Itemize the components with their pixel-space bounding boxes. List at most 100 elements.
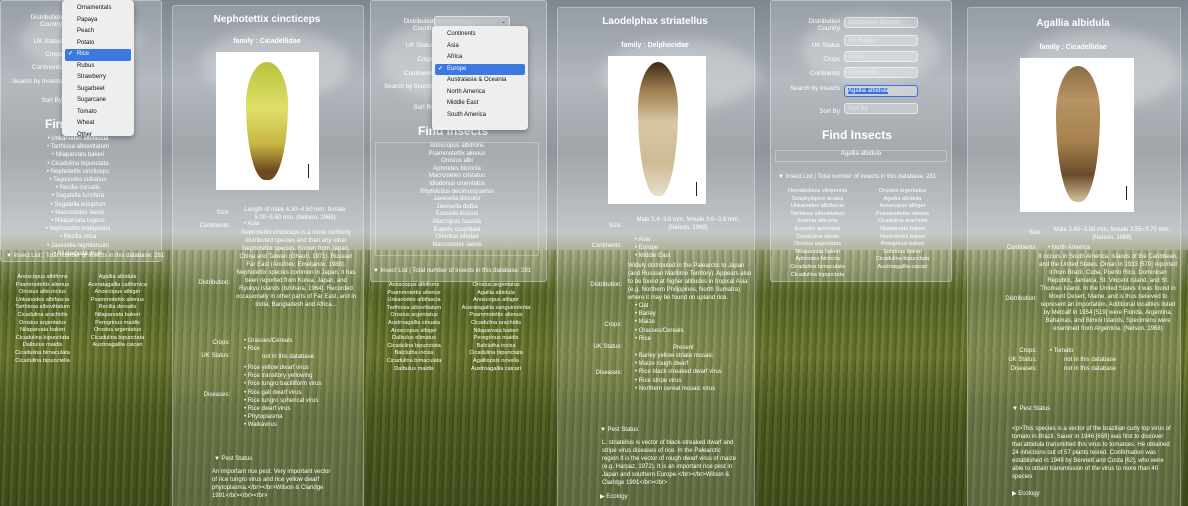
insect-search-result[interactable]: Javesella dubia: [376, 204, 538, 212]
insect-search-result[interactable]: Macropsis fuscula: [376, 219, 538, 227]
continents-dropdown-menu[interactable]: Continents Asia Africa Europe Australasi…: [432, 26, 528, 130]
insect-search-result[interactable]: Rhytidodus decimusquartus: [376, 189, 538, 197]
insect-list-toggle[interactable]: ▼ Insect List | Total number of insects …: [373, 268, 531, 274]
menu-option[interactable]: Papaya: [65, 15, 131, 27]
insect-link[interactable]: Psammotettix alienus: [373, 290, 455, 298]
insect-list-item[interactable]: Nephotettix cincticeps: [8, 168, 148, 176]
insect-column-a[interactable]: Homalodisca vitripennis Scaphytopius acut…: [775, 188, 860, 279]
insect-link[interactable]: Eulenia africana: [775, 218, 860, 226]
sort-by-select[interactable]: Sort By: [844, 103, 918, 114]
insect-link[interactable]: Agallia albidula: [80, 274, 155, 282]
menu-option-selected[interactable]: Rice: [65, 49, 131, 61]
insect-link[interactable]: Psammotettix alienus: [80, 297, 155, 305]
insect-link[interactable]: Peregrinus bakeri: [860, 241, 945, 249]
insect-link[interactable]: Recilia dorsalis: [80, 304, 155, 312]
menu-option[interactable]: Wheat: [65, 118, 131, 130]
insect-search-result[interactable]: Javesella discolor: [376, 196, 538, 204]
insect-list-toggle[interactable]: ▼ Insect List | Total number of insects …: [6, 253, 164, 259]
search-result-list[interactable]: Unkanodes albifasciaTarthiosa albovittat…: [8, 135, 148, 258]
insect-link[interactable]: Tarthiosa albovittatum: [775, 211, 860, 219]
insect-search-result[interactable]: Aphrodes bicincta: [376, 166, 538, 174]
insect-link[interactable]: Balclutha incisa: [455, 343, 537, 351]
insect-search-result[interactable]: Psammotettix alienus: [376, 151, 538, 159]
menu-option[interactable]: Middle East: [435, 98, 525, 110]
insect-link[interactable]: Agallia albidula: [860, 196, 945, 204]
insect-link[interactable]: Psammotettix alienus: [860, 211, 945, 219]
insect-link[interactable]: Nilaparvata bakeri: [860, 226, 945, 234]
insect-link[interactable]: Orosius argentatus: [860, 188, 945, 196]
insect-link[interactable]: Anoscopus albifrons: [373, 282, 455, 290]
insect-link[interactable]: Dalbulus elimatus: [373, 335, 455, 343]
insect-link[interactable]: Cicadulina arachidis: [455, 320, 537, 328]
insect-link[interactable]: Orosius argentatus: [5, 320, 80, 328]
ecology-toggle[interactable]: ▶ Ecology: [1012, 490, 1040, 497]
insect-column-a[interactable]: Anoscopus albifrons Psammotettix alienus U…: [373, 282, 455, 373]
crops-dropdown-menu[interactable]: Ornamentals Papaya Peach Potato Rice Rub…: [62, 0, 134, 138]
insect-link[interactable]: Aceratagallia californica: [80, 282, 155, 290]
menu-option[interactable]: Australasia & Oceania: [435, 75, 525, 87]
search-result-list[interactable]: Anoscopus albifrons Psammotettix alienus O…: [375, 142, 539, 256]
insect-link[interactable]: Cicadulina albida: [775, 234, 860, 242]
insect-link[interactable]: Unkanodes albifascia: [775, 203, 860, 211]
insect-link[interactable]: Psammotettix alienus: [455, 312, 537, 320]
insect-link[interactable]: Cicadulina bipunctata: [455, 350, 537, 358]
pest-status-toggle[interactable]: ▼ Pest Status: [600, 427, 638, 433]
menu-option[interactable]: Asia: [435, 41, 525, 53]
search-result-list[interactable]: Agallia albidula: [775, 150, 947, 162]
insect-column-b[interactable]: Orosius argentatus Agallia albidula Anosco…: [455, 282, 537, 373]
insect-link[interactable]: Cicadulina arachidis: [5, 312, 80, 320]
insect-link[interactable]: Sobrinus bakeri: [860, 249, 945, 257]
insect-link[interactable]: Orosius argentatus: [455, 282, 537, 290]
insect-link[interactable]: Austroagallia caicari: [80, 342, 155, 350]
menu-option[interactable]: Rubus: [65, 61, 131, 73]
insect-column-b[interactable]: Agallia albidula Aceratagallia californic…: [80, 274, 155, 350]
insect-link[interactable]: Cicadulina bipunctata: [5, 335, 80, 343]
insect-link[interactable]: Anoscopus albiger: [373, 328, 455, 336]
insect-column-b[interactable]: Orosius argentatus Agallia albidula Anosco…: [860, 188, 945, 272]
menu-option[interactable]: Peach: [65, 26, 131, 38]
search-input[interactable]: Agallia albidula: [844, 85, 918, 97]
menu-option[interactable]: Tomato: [65, 107, 131, 119]
insect-link[interactable]: Homalodisca vitripennis: [775, 188, 860, 196]
insect-list-item[interactable]: Macrosteles laevis: [8, 209, 148, 217]
menu-option[interactable]: South America: [435, 110, 525, 122]
insect-link[interactable]: Anoscopus albiger: [860, 203, 945, 211]
insect-link[interactable]: Austroagallia sinuata: [373, 320, 455, 328]
insect-list-item[interactable]: Nilaparvata bakeri: [8, 151, 148, 159]
insect-link[interactable]: Peregrinus maidis: [80, 320, 155, 328]
insect-link[interactable]: Nephotettix bakeri: [860, 234, 945, 242]
insect-search-result[interactable]: Orosius albi: [376, 158, 538, 166]
insect-search-result[interactable]: Euscelis incisus: [376, 211, 538, 219]
insect-link[interactable]: Anoscopus albifrons: [5, 274, 80, 282]
insect-list-item[interactable]: Recilia dorsalis: [8, 184, 148, 192]
insect-list-item[interactable]: Nephotettix malayanus: [8, 225, 148, 233]
menu-option[interactable]: Sugarbeet: [65, 84, 131, 96]
menu-option[interactable]: Sugarcane: [65, 95, 131, 107]
insect-link[interactable]: Cicadulina bipunctata: [80, 335, 155, 343]
search-result-item[interactable]: Agallia albidula: [776, 151, 946, 159]
ecology-toggle[interactable]: ▶ Ecology: [600, 493, 628, 500]
insect-link[interactable]: Tarthiosa albovittatum: [373, 305, 455, 313]
insect-list-item[interactable]: Tarthiosa albovittatum: [8, 143, 148, 151]
insect-link[interactable]: Dalbulus maidis: [5, 342, 80, 350]
insect-search-result[interactable]: Anoscopus albifrons: [376, 143, 538, 151]
insect-search-result[interactable]: Macrosteles laevis: [376, 242, 538, 250]
insect-link[interactable]: Nilaparvata bakeri: [80, 312, 155, 320]
insect-link[interactable]: Tarthiosa albovittatum: [5, 304, 80, 312]
insect-link[interactable]: Austroagallia caicari: [455, 366, 537, 374]
insect-search-result[interactable]: Orientus ishidae: [376, 234, 538, 242]
menu-option[interactable]: Africa: [435, 52, 525, 64]
insect-link[interactable]: Unkanodes albifascia: [5, 297, 80, 305]
insect-link[interactable]: Balclutha incisa: [373, 350, 455, 358]
insect-link[interactable]: Anoscopus albiger: [80, 289, 155, 297]
insect-list-item[interactable]: Unkanodes albifascia: [8, 135, 148, 143]
insect-list-item[interactable]: Tagosodes cubanus: [8, 176, 148, 184]
menu-option[interactable]: Potato: [65, 38, 131, 50]
insect-list-item[interactable]: Recilia mica: [8, 233, 148, 241]
pest-status-toggle[interactable]: ▼ Pest Status: [1012, 406, 1050, 412]
insect-link[interactable]: Dalbulus maidis: [373, 366, 455, 374]
insect-list-item[interactable]: Javesella nigridorsum: [8, 242, 148, 250]
insect-link[interactable]: Euscelis aphrodes: [775, 226, 860, 234]
insect-link[interactable]: Agalliopsis novella: [455, 358, 537, 366]
insect-list-toggle[interactable]: ▼ Insect List | Total number of insects …: [778, 174, 936, 180]
